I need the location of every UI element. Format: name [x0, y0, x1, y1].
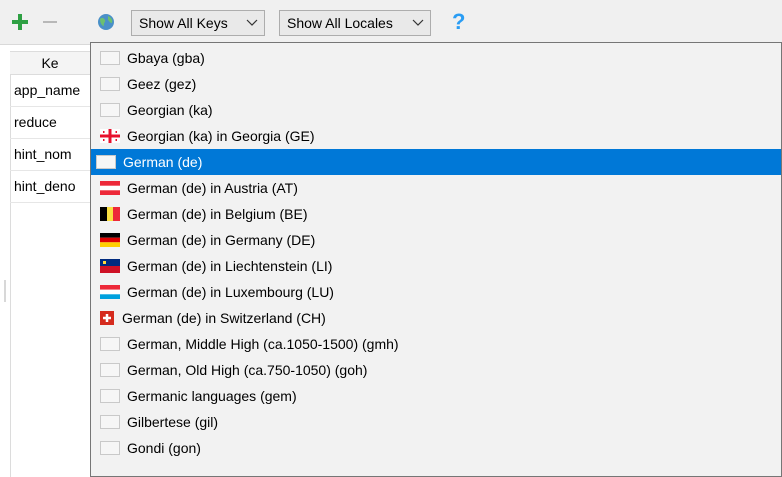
locale-option[interactable]: German (de) in Luxembourg (LU) — [91, 279, 781, 305]
blank-flag-icon — [100, 337, 120, 351]
locale-option[interactable]: German (de) in Belgium (BE) — [91, 201, 781, 227]
splitter-handle[interactable] — [4, 280, 6, 302]
locale-option[interactable]: Gondi (gon) — [91, 435, 781, 461]
chevron-down-icon — [412, 19, 424, 26]
locale-option[interactable]: Georgian (ka) in Georgia (GE) — [91, 123, 781, 149]
toolbar: Show All Keys Show All Locales ? — [0, 0, 782, 45]
locale-option-selected[interactable]: German (de) — [91, 149, 781, 175]
locale-option[interactable]: German (de) in Switzerland (CH) — [91, 305, 781, 331]
locale-option[interactable]: Georgian (ka) — [91, 97, 781, 123]
blank-flag-icon — [96, 155, 116, 169]
liechtenstein-flag-icon — [100, 259, 120, 273]
locale-option[interactable]: German (de) in Austria (AT) — [91, 175, 781, 201]
luxembourg-flag-icon — [100, 285, 120, 299]
austria-flag-icon — [100, 181, 120, 195]
table-row[interactable]: reduce — [10, 107, 90, 139]
table-row[interactable]: app_name — [10, 75, 90, 107]
help-icon[interactable]: ? — [452, 9, 465, 35]
minus-icon[interactable] — [40, 12, 60, 32]
locale-option[interactable]: German, Middle High (ca.1050-1500) (gmh) — [91, 331, 781, 357]
blank-flag-icon — [100, 51, 120, 65]
blank-flag-icon — [100, 441, 120, 455]
locale-option[interactable]: German (de) in Germany (DE) — [91, 227, 781, 253]
plus-icon[interactable] — [10, 12, 30, 32]
locale-dropdown-list[interactable]: Gbaya (gba) Geez (gez) Georgian (ka) Geo… — [90, 42, 782, 477]
locale-option[interactable]: Gilbertese (gil) — [91, 409, 781, 435]
blank-flag-icon — [100, 389, 120, 403]
blank-flag-icon — [100, 77, 120, 91]
locale-option[interactable]: Germanic languages (gem) — [91, 383, 781, 409]
keys-filter-dropdown[interactable]: Show All Keys — [131, 10, 265, 36]
locales-filter-dropdown[interactable]: Show All Locales — [279, 10, 431, 36]
locale-option[interactable]: Geez (gez) — [91, 71, 781, 97]
belgium-flag-icon — [100, 207, 120, 221]
locale-option[interactable]: German, Old High (ca.750-1050) (goh) — [91, 357, 781, 383]
blank-flag-icon — [100, 103, 120, 117]
chevron-down-icon — [246, 19, 258, 26]
georgia-flag-icon — [100, 129, 120, 143]
table-row[interactable]: hint_nom — [10, 139, 90, 171]
locale-option[interactable]: Gbaya (gba) — [91, 45, 781, 71]
locales-filter-value: Show All Locales — [287, 15, 393, 31]
table-row[interactable]: hint_deno — [10, 171, 90, 203]
switzerland-flag-icon — [100, 311, 114, 325]
locale-option[interactable]: German (de) in Liechtenstein (LI) — [91, 253, 781, 279]
blank-flag-icon — [100, 415, 120, 429]
globe-icon[interactable] — [96, 12, 116, 32]
column-header-key[interactable]: Ke — [10, 52, 90, 74]
germany-flag-icon — [100, 233, 120, 247]
keys-filter-value: Show All Keys — [139, 15, 228, 31]
blank-flag-icon — [100, 363, 120, 377]
